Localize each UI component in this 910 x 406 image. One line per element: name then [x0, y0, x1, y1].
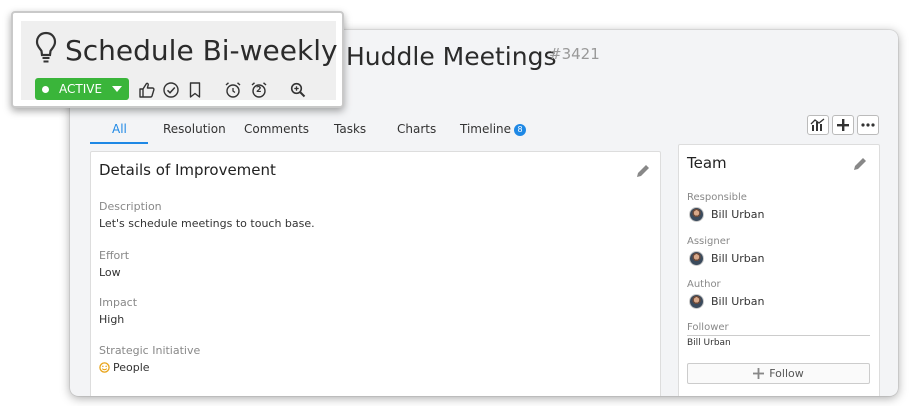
follower-name: Bill Urban — [687, 338, 731, 348]
bar-chart-icon — [810, 118, 825, 131]
author-name: Bill Urban — [711, 295, 765, 308]
details-panel: Details of Improvement Description Let's… — [90, 151, 661, 396]
charts-button[interactable] — [807, 115, 829, 135]
author-person[interactable]: Bill Urban — [689, 294, 764, 309]
follow-button[interactable]: Follow — [687, 363, 870, 384]
responsible-label: Responsible — [687, 192, 747, 203]
check-circle-icon[interactable] — [162, 81, 180, 99]
effort-value: Low — [99, 266, 121, 279]
edit-details-pencil-icon[interactable] — [635, 163, 651, 179]
chevron-down-icon — [112, 86, 123, 92]
assigner-person[interactable]: Bill Urban — [689, 251, 764, 266]
responsible-person[interactable]: Bill Urban — [689, 207, 764, 222]
strategic-initiative-label: Strategic Initiative — [99, 344, 201, 357]
responsible-name: Bill Urban — [711, 208, 765, 221]
avatar — [689, 207, 704, 222]
tab-all[interactable]: All — [112, 122, 127, 136]
more-icon — [861, 123, 875, 127]
tab-resolution[interactable]: Resolution — [163, 122, 226, 136]
tab-charts[interactable]: Charts — [397, 122, 436, 136]
team-title: Team — [687, 154, 727, 172]
snooze-count: 2 — [256, 85, 262, 94]
active-tab-indicator — [90, 142, 148, 144]
avatar — [689, 251, 704, 266]
status-dot — [42, 85, 49, 93]
timeline-count-badge: 8 — [514, 124, 527, 136]
avatar — [689, 294, 704, 309]
page-title: Huddle Meetings — [346, 42, 557, 71]
follow-label: Follow — [769, 367, 804, 380]
smiley-icon — [99, 362, 110, 373]
callout-content: Schedule Bi-weekly ACTIVE 2 — [21, 21, 338, 100]
status-dropdown[interactable]: ACTIVE — [35, 78, 129, 100]
description-label: Description — [99, 200, 162, 213]
idea-title: Schedule Bi-weekly — [65, 34, 338, 67]
tab-timeline-label: Timeline — [460, 122, 512, 136]
impact-label: Impact — [99, 296, 138, 309]
details-title: Details of Improvement — [99, 161, 276, 179]
effort-label: Effort — [99, 249, 130, 262]
title-callout: Schedule Bi-weekly ACTIVE 2 — [11, 11, 344, 108]
tab-comments[interactable]: Comments — [244, 122, 309, 136]
author-label: Author — [687, 279, 721, 290]
follower-label: Follower — [687, 322, 729, 333]
item-id: #3421 — [549, 45, 600, 63]
lightbulb-icon — [35, 31, 57, 63]
zoom-icon[interactable] — [289, 81, 307, 99]
description-value: Let's schedule meetings to touch base. — [99, 217, 315, 230]
team-panel: Team Responsible Bill Urban Assigner Bil… — [678, 144, 880, 396]
snooze-alarm-button[interactable]: 2 — [250, 81, 268, 99]
edit-team-pencil-icon[interactable] — [852, 156, 868, 172]
status-label: ACTIVE — [59, 82, 103, 96]
strategic-initiative-text: People — [113, 361, 150, 374]
bookmark-icon[interactable] — [186, 81, 204, 99]
tab-timeline[interactable]: Timeline 8 — [460, 122, 527, 136]
add-button[interactable] — [832, 115, 854, 135]
alarm-clock-icon[interactable] — [224, 81, 242, 99]
follower-divider — [687, 335, 870, 336]
more-options-button[interactable] — [857, 115, 879, 135]
tab-tasks[interactable]: Tasks — [334, 122, 366, 136]
assigner-label: Assigner — [687, 236, 730, 247]
plus-icon — [837, 119, 849, 131]
impact-value: High — [99, 313, 125, 326]
strategic-initiative-value: People — [99, 361, 150, 374]
plus-icon — [753, 368, 765, 379]
thumbs-up-icon[interactable] — [138, 81, 156, 99]
page-toolbar — [807, 115, 879, 135]
assigner-name: Bill Urban — [711, 252, 765, 265]
